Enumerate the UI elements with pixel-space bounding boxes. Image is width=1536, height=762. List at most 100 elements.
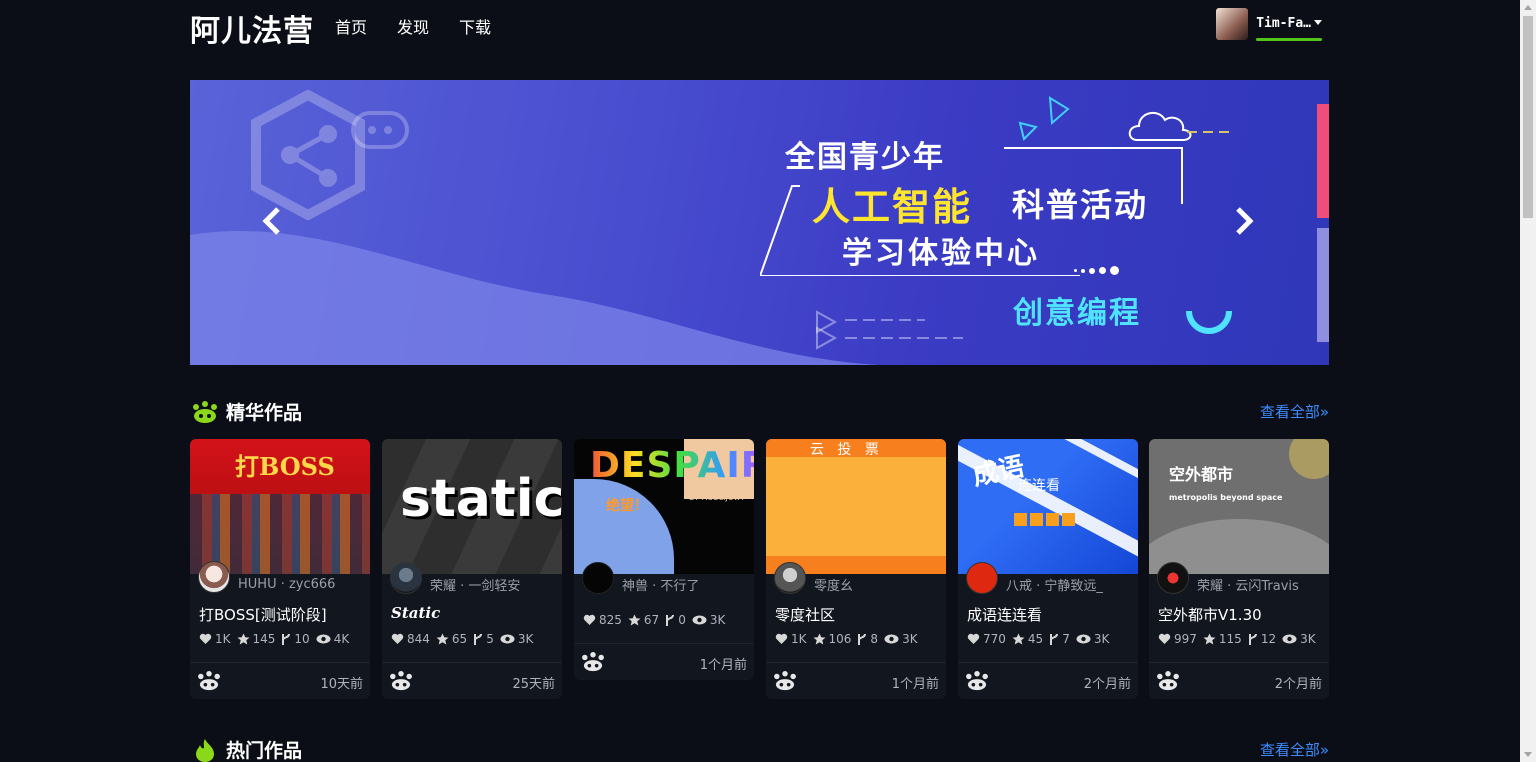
project-time: 1个月前 [891,677,939,692]
play-lines-decoration [816,310,963,350]
chevron-down-icon[interactable] [1314,19,1322,25]
eye-icon [500,634,515,644]
scroll-up-arrow-icon[interactable] [1524,5,1532,10]
username[interactable]: Tim-Fa… [1256,16,1311,31]
star-icon [1012,633,1025,645]
project-stats: 770 45 7 3K [967,632,1115,646]
project-card[interactable]: DESPAIR 绝望！ BY HuOLiJUwY 神兽 · 不行了 825 67… [574,439,754,680]
likes-count: 770 [983,632,1006,646]
project-time: 10天前 [320,677,363,692]
page-scrollbar[interactable] [1520,0,1536,762]
forks-count: 0 [678,613,686,627]
project-title[interactable]: 成语连连看 [967,604,1042,625]
card-footer: 1个月前 [766,662,946,699]
fork-icon [1248,633,1257,645]
likes-count: 825 [599,613,622,627]
fork-icon [666,614,675,626]
scrollbar-thumb[interactable] [1523,16,1533,218]
banner-line-3: 学习体验中心 [842,236,1040,271]
author-avatar[interactable] [774,561,806,594]
project-card[interactable]: static 荣耀 · 一剑轻安 Static 844 65 5 3K 25天前 [382,439,562,699]
project-card[interactable]: 成语 连连看 八戒 · 宁静致远_ 成语连连看 770 45 7 3K 2个月前 [958,439,1138,699]
heart-icon [583,614,596,625]
heart-icon [391,633,404,644]
likes-count: 1K [215,632,231,646]
project-author[interactable]: 零度幺 [774,561,853,594]
project-stats: 1K 145 10 4K [199,632,355,646]
main-nav: 首页 发现 下载 [335,14,491,38]
project-title[interactable]: 零度社区 [775,604,835,625]
views-count: 3K [1300,632,1316,646]
scroll-down-arrow-icon[interactable] [1524,752,1532,757]
forks-count: 7 [1062,632,1070,646]
featured-view-all-link[interactable]: 查看全部» [1260,401,1329,422]
project-stats: 1K 106 8 3K [775,632,924,646]
project-author[interactable]: HUHU · zyc666 [198,561,335,593]
paper-plane-icon [1018,96,1070,141]
project-thumbnail[interactable]: 空外都市 metropolis beyond space [1149,439,1329,574]
author-name[interactable]: 零度幺 [814,575,853,594]
author-avatar[interactable] [1157,561,1189,594]
nav-discover-link[interactable]: 发现 [397,14,429,38]
project-card[interactable]: 空外都市 metropolis beyond space 荣耀 · 云闪Trav… [1149,439,1329,699]
author-name[interactable]: 荣耀 · 一剑轻安 [430,575,520,594]
project-card[interactable]: 打BOSS HUHU · zyc666 打BOSS[测试阶段] 1K 145 1… [190,439,370,699]
thumb-text: DESPAIR [590,445,754,486]
banner-carousel[interactable]: 全国青少年 人工智能 科普活动 学习体验中心 创意编程 [190,80,1329,365]
thumb-subtext: 连连看 [1018,478,1060,494]
user-avatar[interactable] [1216,8,1249,40]
eye-icon [884,634,899,644]
chevron-left-icon[interactable] [260,206,284,236]
author-avatar[interactable] [390,561,422,594]
crown-icon [390,671,412,691]
likes-count: 844 [407,632,430,646]
project-author[interactable]: 八戒 · 宁静致远_ [966,561,1103,594]
author-name[interactable]: 八戒 · 宁静致远_ [1006,575,1103,594]
likes-count: 997 [1174,632,1197,646]
thumb-text: 空外都市 [1169,465,1234,484]
views-count: 3K [1093,632,1110,646]
username-wrap[interactable]: Tim-Fa… [1256,12,1323,41]
nav-download-link[interactable]: 下载 [459,14,491,38]
project-title[interactable]: 打BOSS[测试阶段] [199,604,327,625]
fork-icon [282,633,291,645]
project-author[interactable]: 荣耀 · 云闪Travis [1157,561,1299,594]
crown-icon [966,671,988,691]
author-avatar[interactable] [198,561,230,593]
banner-side-strip-pink [1317,104,1329,218]
nav-home-link[interactable]: 首页 [335,14,367,38]
user-menu[interactable]: Tim-Fa… [1216,8,1323,41]
author-name[interactable]: 荣耀 · 云闪Travis [1197,575,1299,594]
project-author[interactable]: 荣耀 · 一剑轻安 [390,561,520,594]
views-count: 3K [517,632,534,646]
crown-icon [193,401,217,423]
project-card[interactable]: 云 投 票 零度幺 零度社区 1K 106 8 3K 1个月前 [766,439,946,699]
author-avatar[interactable] [966,561,998,594]
star-icon [628,614,641,626]
stars-count: 115 [1218,632,1242,646]
author-name[interactable]: 神兽 · 不行了 [622,575,699,594]
thumb-subtext: metropolis beyond space [1169,493,1283,502]
chevron-right-icon[interactable] [1232,206,1256,236]
hot-view-all-link[interactable]: 查看全部» [1260,739,1329,760]
card-footer: 2个月前 [1149,662,1329,699]
project-title[interactable]: Static [391,604,440,622]
stars-count: 145 [252,632,276,646]
site-logo[interactable]: 阿儿法营 [190,6,314,50]
author-avatar[interactable] [582,561,614,594]
project-author[interactable]: 神兽 · 不行了 [582,561,699,594]
project-title[interactable]: 空外都市V1.30 [1158,604,1262,625]
top-header: 阿儿法营 首页 发现 下载 Tim-Fa… [190,0,1330,50]
cloud-icon [1128,111,1235,141]
author-name[interactable]: HUHU · zyc666 [238,577,335,592]
project-thumbnail[interactable]: DESPAIR 绝望！ BY HuOLiJUwY [574,439,754,574]
robot-face-icon [351,111,409,149]
thumb-byline: BY HuOLiJUwY [689,493,746,502]
project-thumbnail[interactable]: 云 投 票 [766,439,946,574]
views-count: 3K [709,613,726,627]
project-thumbnail[interactable]: 打BOSS [190,439,370,574]
crown-icon [198,671,220,691]
project-thumbnail[interactable]: 成语 连连看 [958,439,1138,574]
project-thumbnail[interactable]: static [382,439,562,574]
star-icon [1203,633,1216,645]
